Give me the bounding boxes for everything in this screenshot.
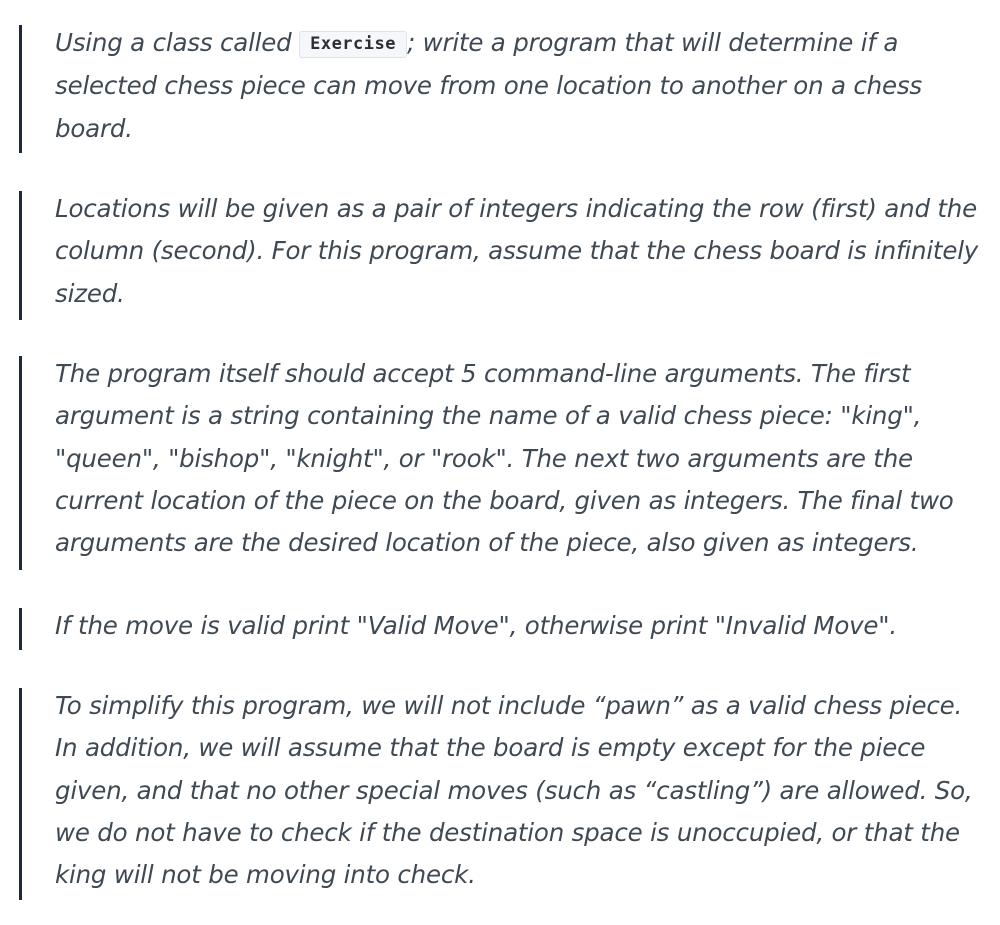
paragraph-locations: Locations will be given as a pair of int…	[55, 194, 979, 308]
text-before-code: Using a class called	[55, 28, 300, 57]
inline-code-class-name: Exercise	[299, 31, 407, 58]
blockquote-arguments: The program itself should accept 5 comma…	[19, 356, 985, 570]
paragraph-class-intro: Using a class called Exercise; write a p…	[55, 22, 985, 150]
paragraph-simplifications: To simplify this program, we will not in…	[55, 691, 973, 890]
paragraph-arguments: The program itself should accept 5 comma…	[55, 359, 954, 558]
blockquote-locations: Locations will be given as a pair of int…	[19, 191, 985, 320]
blockquote-simplifications: To simplify this program, we will not in…	[19, 688, 985, 900]
blockquote-output: If the move is valid print "Valid Move",…	[19, 608, 985, 650]
paragraph-output: If the move is valid print "Valid Move",…	[55, 611, 897, 640]
blockquote-class-intro: Using a class called Exercise; write a p…	[19, 25, 985, 153]
